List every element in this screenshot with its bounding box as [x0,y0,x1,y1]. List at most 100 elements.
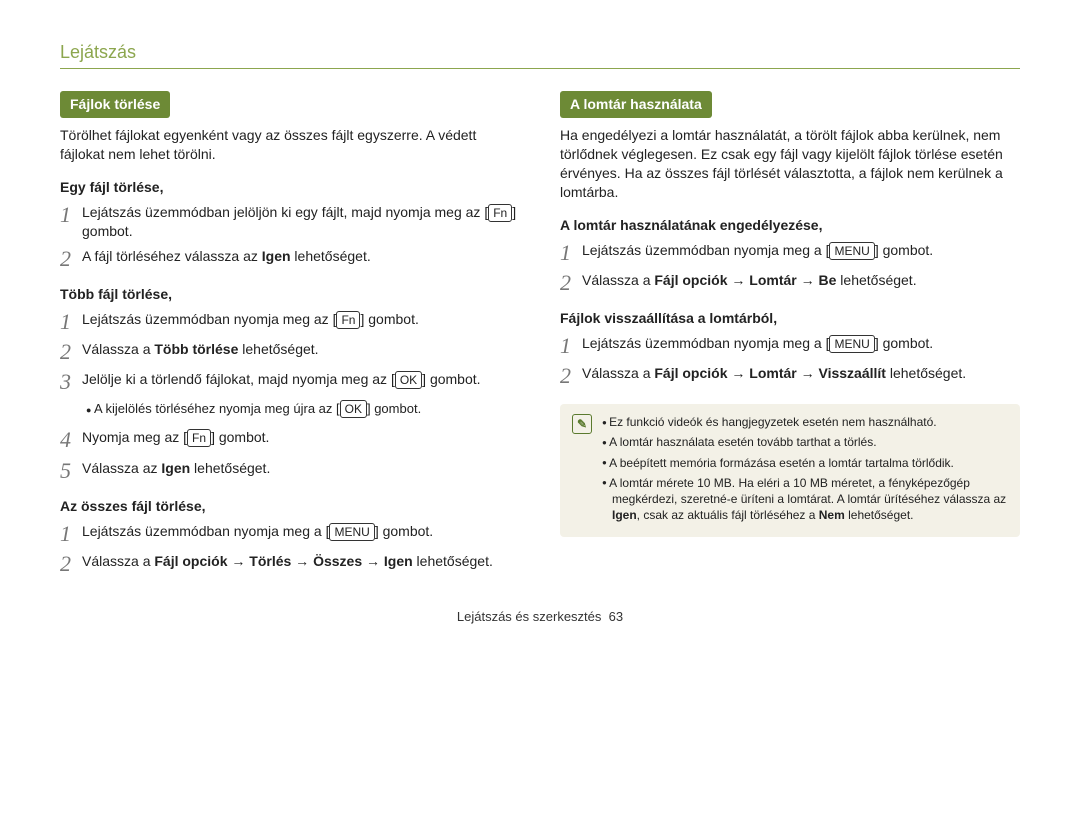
intro-text: Ha engedélyezi a lomtár használatát, a t… [560,126,1020,202]
text: A lomtár mérete 10 MB. Ha eléri a 10 MB … [609,476,1006,506]
heading-delete-files: Fájlok törlése [60,91,170,118]
step: 2 Válassza a Fájl opciók → Törlés → Össz… [60,552,520,576]
step-text: Válassza az Igen lehetőséget. [82,459,520,478]
page-footer: Lejátszás és szerkesztés 63 [60,608,1020,626]
sub-delete-multi: Több fájl törlése, [60,285,520,304]
text: Válassza a [82,553,154,569]
step-text: Válassza a Fájl opciók → Törlés → Összes… [82,552,520,571]
text: gombot. [426,371,480,387]
ok-button-label: OK [340,400,367,418]
step-text: Lejátszás üzemmódban nyomja meg az [Fn] … [82,310,520,329]
step: 4 Nyomja meg az [Fn] gombot. [60,428,520,452]
sub-restore-trash: Fájlok visszaállítása a lomtárból, [560,309,1020,328]
step: 2 Válassza a Fájl opciók → Lomtár → Be l… [560,271,1020,295]
menu-button-label: MENU [829,242,874,260]
note-item: Ez funkció videók és hangjegyzetek eseté… [602,414,1008,430]
step-text: Lejátszás üzemmódban nyomja meg a [MENU]… [82,522,520,541]
step-number: 1 [560,334,582,358]
text: A kijelölés törléséhez nyomja meg újra a… [94,401,336,416]
step-number: 1 [60,522,82,546]
step-number: 2 [560,364,582,388]
text: Válassza a [82,341,154,357]
text: Válassza a [582,272,654,288]
bold-text: Fájl opciók → Törlés → Összes → Igen [154,553,412,569]
text: Lejátszás üzemmódban nyomja meg a [582,335,826,351]
heading-trash: A lomtár használata [560,91,712,118]
bold-text: Fájl opciók → Lomtár → Be [654,272,836,288]
text: gombot. [215,429,269,445]
step: 1 Lejátszás üzemmódban jelöljön ki egy f… [60,203,520,241]
note-item: A beépített memória formázása esetén a l… [602,455,1008,471]
step-number: 4 [60,428,82,452]
text: gombot. [82,223,133,239]
note-item: A lomtár használata esetén tovább tartha… [602,434,1008,450]
text: Jelölje ki a törlendő fájlokat, majd nyo… [82,371,391,387]
step-number: 3 [60,370,82,394]
left-column: Fájlok törlése Törölhet fájlokat egyenké… [60,91,520,582]
step-number: 5 [60,459,82,483]
text: Válassza a [582,365,654,381]
bold-text: Több törlése [154,341,238,357]
text: Válassza az [82,460,161,476]
text: lehetőséget. [836,272,916,288]
step-text: Lejátszás üzemmódban nyomja meg a [MENU]… [582,334,1020,353]
text: Lejátszás üzemmódban nyomja meg az [82,311,333,327]
step: 2 Válassza a Fájl opciók → Lomtár → Viss… [560,364,1020,388]
text: Lejátszás üzemmódban jelöljön ki egy fáj… [82,204,484,220]
text: lehetőséget. [886,365,966,381]
text: A fájl törléséhez válassza az [82,248,262,264]
step-number: 2 [560,271,582,295]
right-column: A lomtár használata Ha engedélyezi a lom… [560,91,1020,582]
page-title: Lejátszás [60,40,1020,69]
ok-button-label: OK [395,371,422,389]
text: lehetőséget. [845,508,914,522]
step-number: 1 [560,241,582,265]
sub-delete-all: Az összes fájl törlése, [60,497,520,516]
sub-delete-one: Egy fájl törlése, [60,178,520,197]
step-number: 2 [60,247,82,271]
text: gombot. [879,242,933,258]
fn-button-label: Fn [488,204,512,222]
text: lehetőséget. [413,553,493,569]
bold-text: Igen [161,460,190,476]
step-text: Válassza a Több törlése lehetőséget. [82,340,520,359]
bold-text: Igen [262,248,291,264]
text: gombot. [364,311,418,327]
step: 2 Válassza a Több törlése lehetőséget. [60,340,520,364]
step-text: A fájl törléséhez válassza az Igen lehet… [82,247,520,266]
step-text: Lejátszás üzemmódban jelöljön ki egy fáj… [82,203,520,241]
menu-button-label: MENU [329,523,374,541]
content-columns: Fájlok törlése Törölhet fájlokat egyenké… [60,91,1020,582]
text: , csak az aktuális fájl törléséhez a [637,508,819,522]
step: 1 Lejátszás üzemmódban nyomja meg a [MEN… [560,241,1020,265]
bold-text: Nem [819,508,845,522]
step-text: Jelölje ki a törlendő fájlokat, majd nyo… [82,370,520,389]
text: gombot. [371,401,422,416]
note-box: ✎ Ez funkció videók és hangjegyzetek ese… [560,404,1020,537]
text: gombot. [879,335,933,351]
bullet-note: A kijelölés törléséhez nyomja meg újra a… [86,400,520,418]
step-text: Válassza a Fájl opciók → Lomtár → Be leh… [582,271,1020,290]
bold-text: Fájl opciók → Lomtár → Visszaállít [654,365,886,381]
fn-button-label: Fn [336,311,360,329]
menu-button-label: MENU [829,335,874,353]
text: lehetőséget. [291,248,371,264]
note-list: Ez funkció videók és hangjegyzetek eseté… [602,414,1008,527]
note-icon: ✎ [572,414,592,434]
step-number: 1 [60,203,82,227]
note-item: A lomtár mérete 10 MB. Ha eléri a 10 MB … [602,475,1008,524]
step: 2 A fájl törléséhez válassza az Igen leh… [60,247,520,271]
text: Lejátszás üzemmódban nyomja meg a [582,242,826,258]
step-text: Nyomja meg az [Fn] gombot. [82,428,520,447]
text: gombot. [379,523,433,539]
step: 5 Válassza az Igen lehetőséget. [60,459,520,483]
step: 1 Lejátszás üzemmódban nyomja meg az [Fn… [60,310,520,334]
bold-text: Igen [612,508,637,522]
fn-button-label: Fn [187,429,211,447]
step-text: Válassza a Fájl opciók → Lomtár → Vissza… [582,364,1020,383]
step-text: Lejátszás üzemmódban nyomja meg a [MENU]… [582,241,1020,260]
sub-enable-trash: A lomtár használatának engedélyezése, [560,216,1020,235]
text: lehetőséget. [238,341,318,357]
step-number: 1 [60,310,82,334]
footer-label: Lejátszás és szerkesztés [457,609,602,624]
